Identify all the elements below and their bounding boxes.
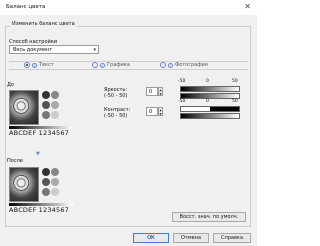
swatch: [42, 168, 50, 176]
before-photo: [9, 90, 39, 125]
after-sample-text: ABCDEF 1234567: [9, 206, 69, 214]
tab-text-label: Текст: [39, 62, 54, 68]
window-title: Баланс цвета: [6, 4, 46, 10]
dialog-body: Изменить баланс цвета Способ настройки В…: [0, 15, 257, 246]
group-title: Изменить баланс цвета: [10, 21, 77, 27]
info-icon: i: [32, 62, 37, 68]
contrast-scale-mid: 0: [206, 99, 209, 104]
radio-graphics[interactable]: [92, 62, 98, 68]
before-sample-text: ABCDEF 1234567: [9, 129, 69, 137]
before-label: До: [7, 82, 14, 88]
tab-text[interactable]: i Текст: [24, 62, 54, 68]
brightness-scale-max: 50: [232, 79, 238, 84]
contrast-scale-min: -50: [178, 99, 186, 104]
brightness-ramp-result: [180, 93, 240, 99]
info-icon: i: [100, 62, 105, 68]
close-icon[interactable]: ✕: [244, 2, 251, 11]
brightness-spinner[interactable]: ▲ ▼: [158, 87, 163, 96]
help-button[interactable]: Справка: [213, 233, 251, 243]
title-bar: Баланс цвета ✕: [0, 0, 257, 15]
method-value: Весь документ: [13, 47, 53, 53]
after-preview: [9, 167, 91, 206]
tab-photo-label: Фотография: [175, 62, 208, 68]
swatch: [51, 168, 59, 176]
tab-graphics-label: Графика: [107, 62, 130, 68]
after-photo: [9, 167, 39, 202]
brightness-scale-mid: 0: [206, 79, 209, 84]
arrow-down-icon: ▼: [36, 151, 40, 157]
brightness-range: (-50 - 50): [104, 93, 128, 99]
swatch: [42, 178, 50, 186]
cancel-button[interactable]: Отмена: [173, 233, 209, 243]
radio-text[interactable]: [24, 62, 30, 68]
swatch: [51, 178, 59, 186]
swatch: [42, 101, 50, 109]
info-icon: i: [168, 62, 173, 68]
chevron-down-icon: ▾: [93, 47, 96, 53]
ok-button[interactable]: ОК: [133, 233, 169, 243]
contrast-spinner[interactable]: ▲ ▼: [158, 107, 163, 116]
contrast-scale-max: 50: [232, 99, 238, 104]
contrast-ramp-result: [180, 113, 240, 119]
brightness-scale-min: -50: [178, 79, 186, 84]
tab-graphics[interactable]: i Графика: [92, 62, 130, 68]
before-swatches: [40, 90, 70, 125]
reset-defaults-button[interactable]: Восст. знач. по умолч.: [172, 212, 246, 222]
contrast-input[interactable]: 0: [146, 107, 158, 116]
swatch: [51, 111, 59, 119]
swatch: [42, 188, 50, 196]
swatch: [51, 91, 59, 99]
tab-photo[interactable]: i Фотография: [160, 62, 208, 68]
brightness-input[interactable]: 0: [146, 87, 158, 96]
after-swatches: [40, 167, 70, 202]
radio-photo[interactable]: [160, 62, 166, 68]
brightness-ramp: [180, 86, 240, 92]
contrast-ramp: [180, 106, 240, 112]
contrast-range: (-50 - 50): [104, 113, 128, 119]
swatch: [42, 91, 50, 99]
after-label: После: [7, 158, 23, 164]
method-select[interactable]: Весь документ ▾: [9, 45, 99, 54]
swatch: [51, 188, 59, 196]
swatch: [42, 111, 50, 119]
swatch: [51, 101, 59, 109]
before-preview: [9, 90, 91, 129]
